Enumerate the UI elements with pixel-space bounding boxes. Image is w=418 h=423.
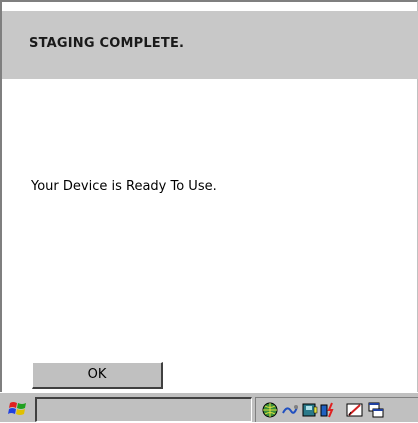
- window-switch-icon[interactable]: [368, 401, 386, 419]
- battery-power-icon[interactable]: [319, 401, 337, 419]
- network-globe-icon[interactable]: [261, 401, 279, 419]
- windows-flag-icon[interactable]: [7, 399, 29, 419]
- dialog-title: STAGING COMPLETE.: [29, 36, 185, 51]
- storage-icon[interactable]: [301, 401, 319, 419]
- sip-input-panel[interactable]: [35, 397, 252, 422]
- status-message: Your Device is Ready To Use.: [31, 179, 217, 194]
- taskbar: [0, 392, 418, 422]
- system-tray: [255, 397, 418, 422]
- connection-icon[interactable]: [281, 401, 299, 419]
- input-pen-icon[interactable]: [346, 401, 364, 419]
- ok-button[interactable]: OK: [32, 362, 163, 389]
